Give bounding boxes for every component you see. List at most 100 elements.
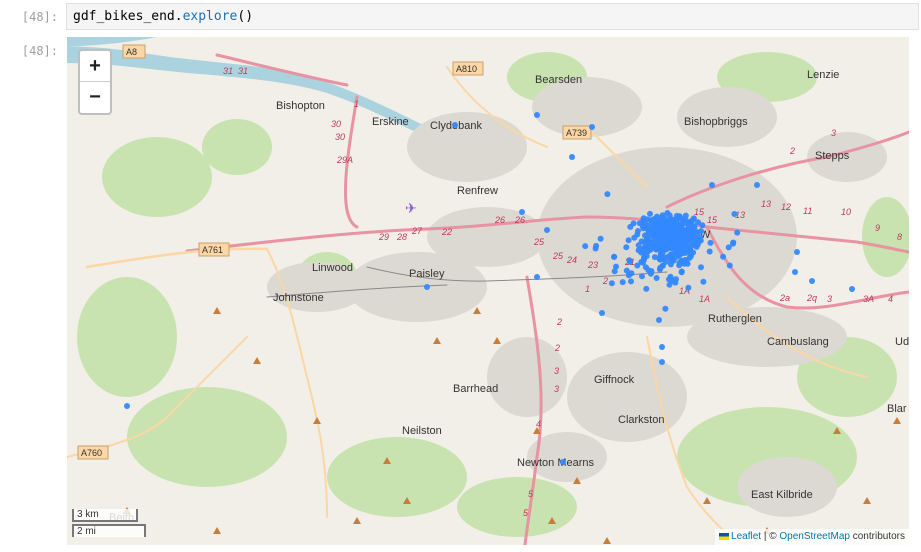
svg-text:31: 31 [223,66,233,76]
svg-text:1: 1 [585,284,590,294]
svg-text:30: 30 [331,119,341,129]
place-bearsden: Bearsden [535,74,582,86]
map-attribution: Leaflet | © OpenStreetMap contributors [715,529,909,545]
bike-end-point [592,245,599,252]
svg-text:8: 8 [897,232,902,242]
bike-end-point [669,234,676,241]
bike-end-point [647,270,654,277]
place-giffnock: Giffnock [594,374,635,386]
bike-end-point [623,244,630,251]
attribution-separator: | © [761,531,780,542]
place-stepps: Stepps [815,150,850,162]
bike-end-point [654,213,660,220]
bike-end-point [661,234,668,241]
bike-end-point [686,254,693,261]
bike-end-point [647,210,653,217]
shield-a761: A761 [202,245,223,255]
place-ud: Ud [895,336,909,348]
bike-end-point [611,253,618,260]
bike-end-point [639,273,645,280]
zoom-in-button[interactable]: + [80,51,110,82]
bike-end-point [662,258,669,265]
bike-end-point [678,269,685,276]
bike-end-point [672,227,679,234]
svg-text:3: 3 [827,294,832,304]
place-johnstone: Johnstone [273,292,324,304]
bike-end-point [544,227,550,233]
bike-end-point [638,238,645,245]
bike-end-point [706,248,713,255]
bike-end-point [623,267,630,274]
bike-end-point [676,262,683,269]
svg-text:2a: 2a [779,293,790,303]
code-cell[interactable]: gdf_bikes_end.explore() [66,3,919,30]
bike-end-point [644,225,651,232]
bike-end-point [659,359,665,365]
place-paisley: Paisley [409,268,445,280]
bike-end-point [654,219,660,225]
bike-end-point [655,236,662,243]
place-bishopton: Bishopton [276,100,325,112]
place-blar: Blar [887,403,907,415]
place-linwood: Linwood [312,262,353,274]
bike-end-point [628,278,634,285]
bike-end-point [643,285,650,292]
place-rutherglen: Rutherglen [708,313,762,325]
svg-text:1A: 1A [699,294,710,304]
bike-end-point [707,239,714,246]
svg-text:3: 3 [831,128,836,138]
map-tiles: ✈ A8 A810 A739 A761 A760 31 31 1 30 30 2… [67,37,909,545]
place-cambuslang: Cambuslang [767,336,829,348]
bike-end-point [662,305,669,312]
leaflet-link[interactable]: Leaflet [731,531,761,542]
osm-link[interactable]: OpenStreetMap [779,531,850,542]
svg-text:15: 15 [694,207,705,217]
svg-text:11: 11 [803,206,812,216]
svg-text:25: 25 [533,237,545,247]
bike-end-point [676,239,683,246]
bike-end-point [640,217,647,224]
bike-end-point [682,212,689,219]
bike-end-point [695,237,702,243]
leaflet-map[interactable]: ✈ A8 A810 A739 A761 A760 31 31 1 30 30 2… [67,37,909,545]
place-newton-mearns: Newton Mearns [517,457,595,469]
svg-text:23: 23 [587,260,598,270]
bike-end-point [519,209,525,215]
bike-end-point [660,241,667,248]
bike-end-point [691,241,698,248]
shield-a739: A739 [566,128,587,138]
svg-text:9: 9 [875,223,880,233]
svg-text:2: 2 [602,276,608,286]
bike-end-point [709,182,715,188]
bike-end-point [655,245,662,252]
bike-end-point [625,237,632,244]
bike-end-point [695,219,701,226]
bike-end-point [638,249,645,256]
bike-end-point [656,317,662,323]
svg-text:4: 4 [536,419,541,429]
svg-text:2: 2 [554,343,560,353]
zoom-out-button[interactable]: − [80,82,110,112]
svg-text:27: 27 [411,226,423,236]
bike-end-point [685,284,692,291]
svg-text:3: 3 [554,366,559,376]
svg-text:10: 10 [841,207,851,217]
svg-text:26: 26 [494,215,505,225]
svg-text:29A: 29A [336,155,353,165]
svg-text:31: 31 [238,66,248,76]
bike-end-point [734,229,741,236]
svg-text:28: 28 [396,232,407,242]
bike-end-point [672,279,679,286]
svg-text:13: 13 [761,199,771,209]
bike-end-point [651,241,658,248]
place-clarkston: Clarkston [618,414,664,426]
bike-end-point [604,191,611,198]
bike-end-point [686,247,693,254]
shield-a8: A8 [126,47,137,57]
svg-text:26: 26 [514,215,525,225]
svg-text:30: 30 [335,132,345,142]
place-erskine: Erskine [372,116,409,128]
bike-end-point [668,251,675,258]
place-east-kilbride: East Kilbride [751,489,813,501]
bike-end-point [656,228,662,235]
